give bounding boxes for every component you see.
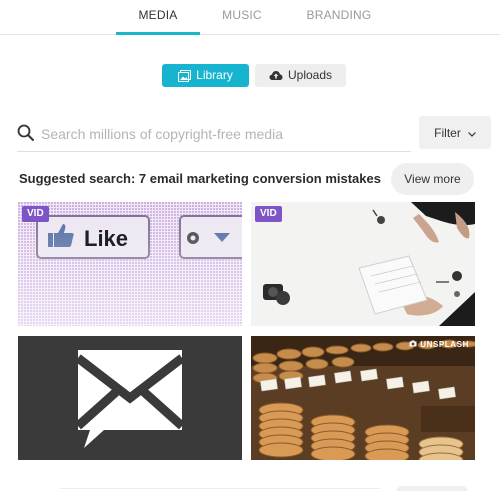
divider — [60, 488, 380, 489]
unsplash-label: UNSPLASH — [420, 340, 469, 349]
image-gallery-icon — [178, 69, 192, 82]
like-text: Like — [84, 226, 129, 251]
cookies-thumbnail — [251, 336, 475, 460]
search-icon — [17, 124, 35, 147]
view-more-button[interactable]: View more — [391, 163, 474, 195]
partially-visible-button[interactable] — [396, 486, 468, 491]
cloud-upload-icon — [269, 70, 283, 81]
search-bar — [17, 118, 411, 152]
unsplash-credit: UNSPLASH — [409, 340, 469, 349]
media-result-envelope[interactable] — [18, 336, 242, 460]
uploads-label: Uploads — [287, 68, 333, 82]
facebook-like-thumbnail — [18, 202, 242, 326]
chevron-down-icon — [467, 126, 476, 140]
library-button[interactable]: Library — [162, 64, 249, 87]
filter-label: Filter — [434, 125, 461, 140]
library-label: Library — [196, 68, 233, 82]
search-input[interactable] — [41, 122, 401, 146]
media-result-cookies[interactable]: UNSPLASH — [251, 336, 475, 460]
envelope-mail-icon — [18, 336, 242, 460]
media-tabs: MEDIA MUSIC BRANDING — [0, 0, 500, 35]
suggested-search-text: Suggested search: 7 email marketing conv… — [19, 171, 381, 186]
desk-hands-thumbnail — [251, 202, 475, 326]
tab-branding[interactable]: BRANDING — [296, 0, 382, 35]
tab-media[interactable]: MEDIA — [116, 0, 200, 35]
tab-music[interactable]: MUSIC — [210, 0, 274, 35]
camera-icon — [409, 340, 417, 349]
media-result-desk-hands[interactable]: VID — [251, 202, 475, 326]
media-result-facebook-like[interactable]: Like VID — [18, 202, 242, 326]
active-tab-indicator — [116, 32, 200, 35]
video-badge: VID — [22, 206, 49, 222]
video-badge: VID — [255, 206, 282, 222]
filter-button[interactable]: Filter — [419, 116, 491, 149]
uploads-button[interactable]: Uploads — [255, 64, 346, 87]
